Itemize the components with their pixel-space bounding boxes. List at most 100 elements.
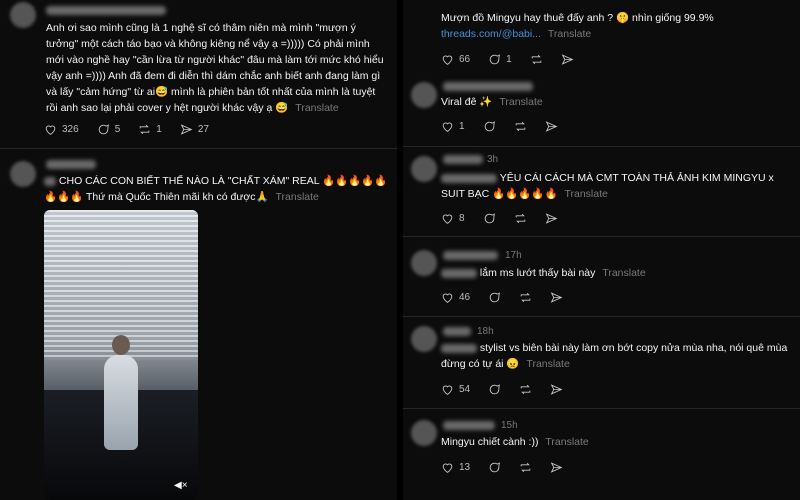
mention-blurred[interactable] xyxy=(441,173,497,183)
comment-text: stylist vs biên bài này làm ơn bớt copy … xyxy=(441,340,793,372)
username-blurred[interactable] xyxy=(443,251,498,260)
share-button[interactable] xyxy=(550,291,563,304)
heart-icon xyxy=(441,212,454,225)
username-blurred[interactable] xyxy=(443,327,471,336)
reply-button[interactable]: 5 xyxy=(97,123,120,136)
comment-text-content: stylist vs biên bài này làm ơn bớt copy … xyxy=(441,342,788,370)
comment-6: 15h Mingyu chiết cành :)) Translate 13 xyxy=(403,412,800,500)
avatar[interactable] xyxy=(411,250,437,276)
translate-link[interactable]: Translate xyxy=(499,96,542,108)
comment-actions: 46 xyxy=(441,291,563,304)
like-button[interactable]: 326 xyxy=(44,123,79,136)
share-count: 27 xyxy=(197,124,209,135)
comment-text: Mượn đồ Mingyu hay thuê đấy anh ? 🤫 nhìn… xyxy=(441,10,791,42)
heart-icon xyxy=(441,461,454,474)
right-feed: Mượn đồ Mingyu hay thuê đấy anh ? 🤫 nhìn… xyxy=(403,0,800,500)
heart-icon xyxy=(441,120,454,133)
share-icon xyxy=(545,212,558,225)
heart-icon xyxy=(441,291,454,304)
like-count: 8 xyxy=(459,213,465,224)
repost-button[interactable] xyxy=(514,212,527,225)
share-button[interactable]: 27 xyxy=(180,123,209,136)
repost-icon xyxy=(138,123,151,136)
repost-button[interactable] xyxy=(530,53,543,66)
repost-button[interactable] xyxy=(519,383,532,396)
avatar[interactable] xyxy=(411,420,437,446)
reply-button[interactable] xyxy=(483,212,496,225)
username-blurred[interactable] xyxy=(443,421,495,430)
share-icon xyxy=(550,291,563,304)
translate-link[interactable]: Translate xyxy=(564,188,607,200)
reply-button[interactable] xyxy=(488,291,501,304)
heart-icon xyxy=(441,53,454,66)
like-button[interactable]: 54 xyxy=(441,383,470,396)
share-button[interactable] xyxy=(545,120,558,133)
video-thumbnail[interactable]: ◀× xyxy=(44,210,198,500)
comment-text: Viral đê ✨ Translate xyxy=(441,94,791,110)
comment-text-content: lắm ms lướt thấy bài này xyxy=(479,267,596,279)
like-button[interactable]: 8 xyxy=(441,212,465,225)
comment-1: Mượn đồ Mingyu hay thuê đấy anh ? 🤫 nhìn… xyxy=(403,0,800,80)
repost-button[interactable] xyxy=(519,291,532,304)
like-button[interactable]: 46 xyxy=(441,291,470,304)
share-button[interactable] xyxy=(550,461,563,474)
repost-button[interactable]: 1 xyxy=(138,123,162,136)
like-button[interactable]: 1 xyxy=(441,120,465,133)
comment-time: 3h xyxy=(487,154,499,165)
heart-icon xyxy=(44,123,57,136)
like-button[interactable]: 13 xyxy=(441,461,470,474)
share-button[interactable] xyxy=(545,212,558,225)
reply-button[interactable] xyxy=(488,383,501,396)
username-blurred[interactable] xyxy=(443,155,483,164)
avatar[interactable] xyxy=(10,161,36,187)
share-icon xyxy=(561,53,574,66)
username-blurred[interactable] xyxy=(46,6,166,15)
repost-button[interactable] xyxy=(519,461,532,474)
repost-icon xyxy=(519,291,532,304)
translate-link[interactable]: Translate xyxy=(545,436,588,448)
avatar[interactable] xyxy=(411,82,437,108)
avatar[interactable] xyxy=(411,326,437,352)
share-icon xyxy=(180,123,193,136)
avatar[interactable] xyxy=(411,156,437,182)
translate-link[interactable]: Translate xyxy=(295,102,338,114)
comment-text-content: Viral đê ✨ xyxy=(441,96,493,108)
comment-icon xyxy=(483,120,496,133)
share-button[interactable] xyxy=(550,383,563,396)
username-blurred[interactable] xyxy=(443,82,533,91)
username-blurred[interactable] xyxy=(46,160,96,169)
like-button[interactable]: 66 xyxy=(441,53,470,66)
reply-button[interactable]: 1 xyxy=(488,53,512,66)
comment-icon xyxy=(488,291,501,304)
like-count: 13 xyxy=(459,462,471,473)
comment-text: Mingyu chiết cành :)) Translate xyxy=(441,434,791,450)
divider xyxy=(403,146,800,147)
avatar[interactable] xyxy=(10,2,36,28)
translate-link[interactable]: Translate xyxy=(526,358,569,370)
repost-button[interactable] xyxy=(514,120,527,133)
translate-link[interactable]: Translate xyxy=(602,267,645,279)
post-actions: 326 5 1 27 xyxy=(44,123,209,136)
comment-actions: 13 xyxy=(441,461,563,474)
mention-blurred[interactable] xyxy=(441,343,477,353)
mute-icon[interactable]: ◀× xyxy=(174,480,188,494)
comment-actions: 66 1 xyxy=(441,53,574,66)
performer-figure xyxy=(104,355,138,450)
divider xyxy=(403,236,800,237)
mention-blurred[interactable] xyxy=(441,268,477,278)
share-icon xyxy=(550,383,563,396)
repost-icon xyxy=(530,53,543,66)
comment-actions: 1 xyxy=(441,120,558,133)
mention-blurred[interactable] xyxy=(44,176,56,186)
share-button[interactable] xyxy=(561,53,574,66)
translate-link[interactable]: Translate xyxy=(548,28,591,40)
post-text: CHO CÁC CON BIẾT THẾ NÀO LÀ "CHẤT XÁM" R… xyxy=(44,173,394,205)
performer-head xyxy=(112,335,130,355)
comment-3: 3h YÊU CÁI CÁCH MÀ CMT TOÀN THẢ ẢNH KIM … xyxy=(403,150,800,235)
reply-button[interactable] xyxy=(488,461,501,474)
comment-text-content: Mượn đồ Mingyu hay thuê đấy anh ? 🤫 nhìn… xyxy=(441,12,714,24)
reply-button[interactable] xyxy=(483,120,496,133)
external-link[interactable]: threads.com/@babi... xyxy=(441,28,541,40)
comment-icon xyxy=(97,123,110,136)
translate-link[interactable]: Translate xyxy=(276,191,319,203)
